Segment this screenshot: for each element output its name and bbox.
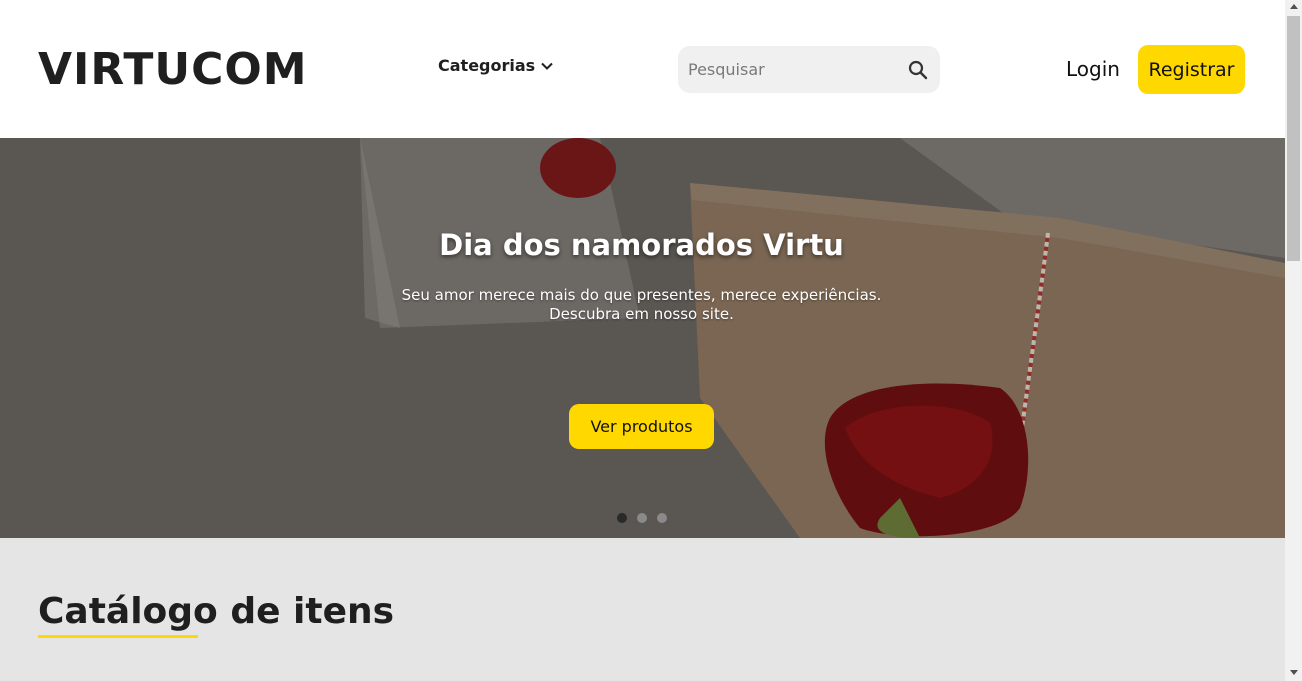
catalog-title: Catálogo de itens (38, 591, 395, 632)
carousel-indicators (617, 513, 667, 523)
hero-subtitle-line-1: Seu amor merece mais do que presentes, m… (401, 286, 882, 304)
hero-background-image (0, 138, 1285, 538)
register-button[interactable]: Registrar (1138, 45, 1245, 94)
scroll-up-arrow-icon[interactable] (1290, 4, 1298, 9)
login-link[interactable]: Login (1066, 55, 1120, 83)
carousel-dot-3[interactable] (657, 513, 667, 523)
search-icon[interactable] (906, 58, 930, 82)
catalog-title-underline (38, 635, 198, 638)
categories-label: Categorias (438, 56, 536, 75)
scroll-down-arrow-icon[interactable] (1290, 670, 1298, 675)
page: VIRTUCOM Categorias Login Registrar (0, 0, 1285, 681)
search-box (678, 46, 940, 93)
carousel-dot-2[interactable] (637, 513, 647, 523)
search-input[interactable] (688, 46, 898, 93)
view-products-button[interactable]: Ver produtos (569, 404, 714, 449)
site-logo[interactable]: VIRTUCOM (38, 44, 308, 96)
hero-subtitle-line-2: Descubra em nosso site. (549, 305, 734, 323)
chevron-down-icon (541, 62, 553, 70)
hero-subtitle: Seu amor merece mais do que presentes, m… (0, 286, 1283, 324)
site-header: VIRTUCOM Categorias Login Registrar (0, 0, 1285, 138)
scrollbar-thumb[interactable] (1287, 16, 1300, 261)
hero-carousel: Dia dos namorados Virtu Seu amor merece … (0, 138, 1285, 538)
categories-dropdown[interactable]: Categorias (438, 56, 553, 75)
carousel-dot-1[interactable] (617, 513, 627, 523)
hero-title: Dia dos namorados Virtu (439, 228, 844, 262)
